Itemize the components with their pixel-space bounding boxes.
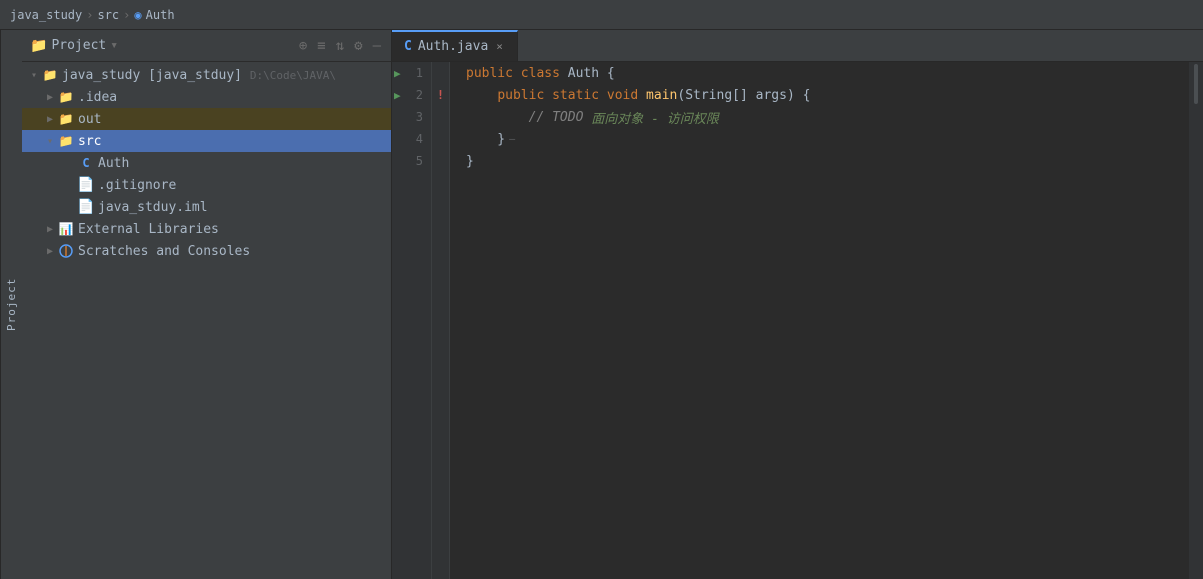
toolbar-icons: ⊕ ≡ ⇅ ⚙ — — [297, 37, 383, 55]
scratches-label: Scratches and Consoles — [78, 244, 250, 259]
tab-auth[interactable]: C Auth.java × — [392, 30, 518, 61]
tree-item-root[interactable]: ▾ 📁 java_study [java_stduy] D:\Code\JAVA… — [22, 64, 391, 86]
error-line-4 — [432, 128, 449, 150]
fold-marker-4[interactable]: – — [509, 134, 515, 145]
error-line-1 — [432, 62, 449, 84]
minimize-icon[interactable]: — — [371, 37, 383, 55]
gitignore-icon: 📄 — [78, 177, 94, 193]
editor-content: ▶ 1 ▶ 2 3 4 5 — [392, 62, 1203, 579]
project-title[interactable]: 📁 Project ▾ — [30, 38, 118, 54]
tree-item-src[interactable]: ▾ 📁 src — [22, 130, 391, 152]
kw-static: static — [552, 88, 599, 103]
list-icon[interactable]: ≡ — [315, 37, 327, 55]
gutter-line-1: ▶ 1 — [392, 62, 431, 84]
error-line-3 — [432, 106, 449, 128]
folder-icon: 📁 — [30, 38, 47, 54]
arrow-src: ▾ — [42, 133, 58, 149]
arrow-scratches: ▶ — [42, 243, 58, 259]
run-icon-1[interactable]: ▶ — [394, 67, 401, 80]
root-suffix: D:\Code\JAVA\ — [250, 69, 336, 82]
kw-void: void — [607, 88, 638, 103]
tree-item-scratches[interactable]: ▶ Scratches and Consoles — [22, 240, 391, 262]
gutter-line-4: 4 — [392, 128, 431, 150]
gitignore-label: .gitignore — [98, 178, 176, 193]
iml-label: java_stduy.iml — [98, 200, 208, 215]
breadcrumb-project[interactable]: java_study — [10, 8, 82, 22]
folder-idea-icon: 📁 — [58, 89, 74, 105]
folder-src-icon: 📁 — [58, 133, 74, 149]
error-gutter: ! — [432, 62, 450, 579]
file-tree: ▾ 📁 java_study [java_stduy] D:\Code\JAVA… — [22, 62, 391, 579]
breadcrumb-src[interactable]: src — [97, 8, 119, 22]
project-panel: 📁 Project ▾ ⊕ ≡ ⇅ ⚙ — ▾ 📁 java_study [ja… — [22, 30, 392, 579]
arrow-idea: ▶ — [42, 89, 58, 105]
code-line-5: } — [466, 150, 1173, 172]
idea-label: .idea — [78, 90, 117, 105]
tree-item-gitignore[interactable]: ▶ 📄 .gitignore — [22, 174, 391, 196]
settings-icon[interactable]: ⚙ — [352, 37, 364, 55]
breadcrumb-sep1: › — [86, 8, 93, 22]
tab-label: Auth.java — [418, 39, 488, 54]
external-label: External Libraries — [78, 222, 219, 237]
dropdown-arrow: ▾ — [110, 38, 118, 53]
line-number-gutter: ▶ 1 ▶ 2 3 4 5 — [392, 62, 432, 579]
error-marker[interactable]: ! — [437, 88, 444, 102]
side-panel-label[interactable]: Project — [0, 30, 22, 579]
main-content: Project 📁 Project ▾ ⊕ ≡ ⇅ ⚙ — ▾ 📁 — [0, 30, 1203, 579]
folder-out-icon: 📁 — [58, 111, 74, 127]
kw-class: class — [521, 66, 560, 81]
kw-public-2: public — [497, 88, 544, 103]
type-string: String — [685, 88, 732, 103]
tree-root-label: java_study [java_stduy] D:\Code\JAVA\ — [62, 68, 336, 83]
project-icon: 📁 — [42, 67, 58, 83]
gutter-line-3: 3 — [392, 106, 431, 128]
editor-area: C Auth.java × ▶ 1 ▶ 2 3 — [392, 30, 1203, 579]
add-icon[interactable]: ⊕ — [297, 37, 309, 55]
fn-main: main — [646, 88, 677, 103]
class-name: Auth — [568, 66, 599, 81]
param-args: args — [756, 88, 787, 103]
tab-java-icon: C — [404, 39, 412, 54]
tree-item-external[interactable]: ▶ 📊 External Libraries — [22, 218, 391, 240]
arrow-external: ▶ — [42, 221, 58, 237]
tree-item-idea[interactable]: ▶ 📁 .idea — [22, 86, 391, 108]
arrow-root: ▾ — [26, 67, 42, 83]
tab-close-button[interactable]: × — [494, 40, 505, 53]
gutter-line-5: 5 — [392, 150, 431, 172]
root-name: java_study [java_stduy] — [62, 68, 242, 83]
kw-public-1: public — [466, 66, 513, 81]
java-auth-icon: C — [78, 155, 94, 171]
src-label: src — [78, 134, 101, 149]
code-line-1: public class Auth { — [466, 62, 1173, 84]
tab-bar: C Auth.java × — [392, 30, 1203, 62]
breadcrumb: java_study › src › ◉ Auth — [10, 8, 175, 22]
tree-item-auth[interactable]: ▶ C Auth — [22, 152, 391, 174]
iml-icon: 📄 — [78, 199, 94, 215]
breadcrumb-file[interactable]: Auth — [146, 8, 175, 22]
code-line-2: public static void main ( String [] args… — [466, 84, 1173, 106]
project-toolbar: 📁 Project ▾ ⊕ ≡ ⇅ ⚙ — — [22, 30, 391, 62]
error-line-2[interactable]: ! — [432, 84, 449, 106]
arrow-out: ▶ — [42, 111, 58, 127]
code-line-4: } – — [466, 128, 1173, 150]
scratches-icon — [58, 243, 74, 259]
top-bar: java_study › src › ◉ Auth — [0, 0, 1203, 30]
run-icon-2[interactable]: ▶ — [394, 89, 401, 102]
expand-icon[interactable]: ⇅ — [334, 37, 346, 55]
auth-label: Auth — [98, 156, 129, 171]
code-editor[interactable]: public class Auth { public static void — [450, 62, 1189, 579]
code-line-3: // TODO 面向对象 - 访问权限 — [466, 106, 1173, 128]
editor-right-gutter — [1189, 62, 1203, 579]
comment-todo: // TODO — [529, 110, 584, 125]
tree-item-out[interactable]: ▶ 📁 out — [22, 108, 391, 130]
out-label: out — [78, 112, 101, 127]
tree-item-iml[interactable]: ▶ 📄 java_stduy.iml — [22, 196, 391, 218]
breadcrumb-sep2: › — [123, 8, 130, 22]
breadcrumb-icon: ◉ — [134, 8, 141, 22]
external-icon: 📊 — [58, 221, 74, 237]
error-line-5 — [432, 150, 449, 172]
gutter-line-2: ▶ 2 — [392, 84, 431, 106]
project-label: Project — [51, 38, 106, 53]
scroll-indicator — [1194, 64, 1198, 104]
